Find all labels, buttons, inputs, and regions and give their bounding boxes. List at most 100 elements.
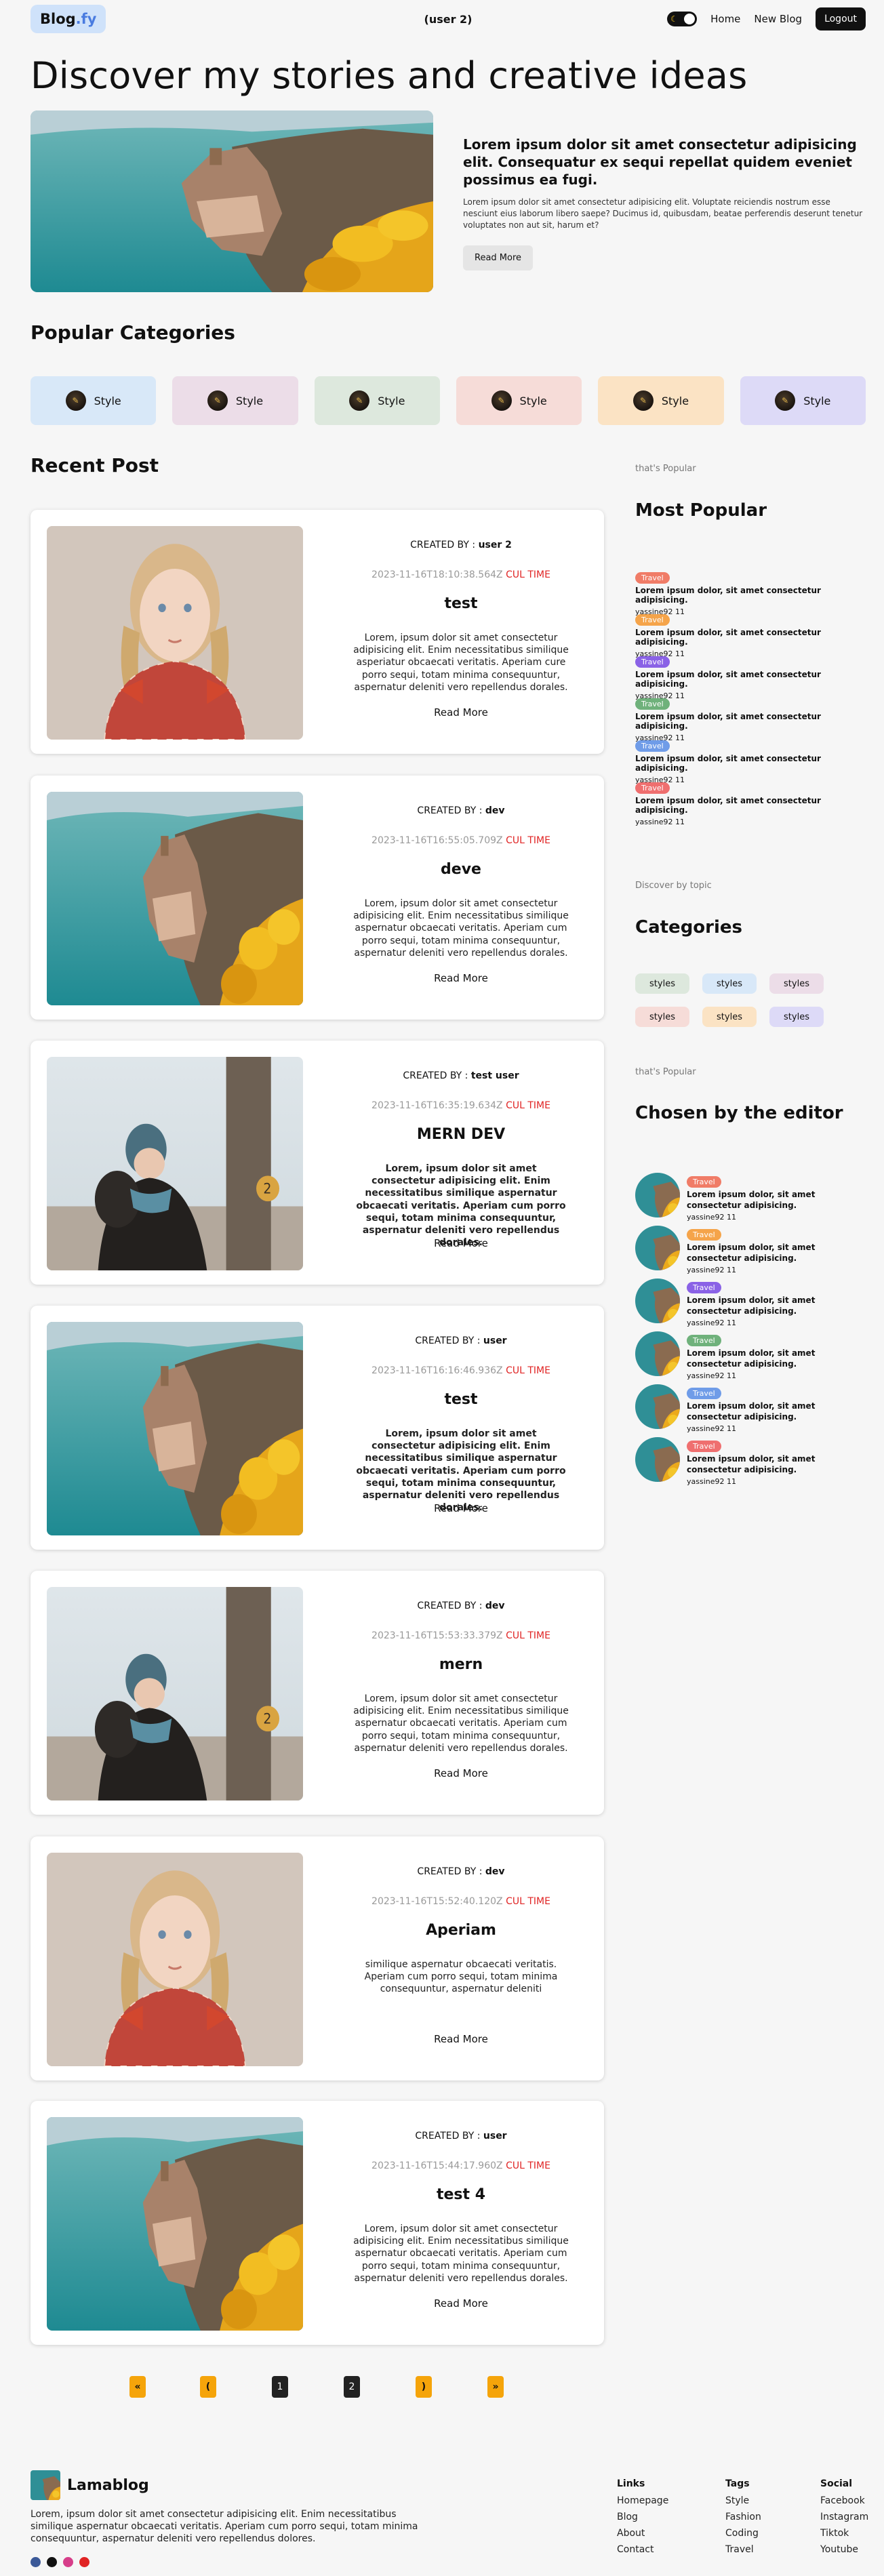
footer-tag-fashion[interactable]: Fashion: [725, 2512, 761, 2522]
cul-time-label: CUL TIME: [506, 2160, 550, 2171]
post-image[interactable]: [47, 1057, 303, 1270]
page-1-button[interactable]: 1: [272, 2376, 288, 2398]
footer-link-about[interactable]: About: [617, 2528, 668, 2539]
topic-chip[interactable]: styles: [702, 1007, 757, 1027]
instagram-icon[interactable]: [63, 2557, 73, 2567]
nav-link-home[interactable]: Home: [710, 13, 740, 25]
editor-item[interactable]: Travel Lorem ipsum dolor, sit amet consec…: [635, 1226, 866, 1279]
popular-title: Lorem ipsum dolor, sit amet consectetur …: [635, 586, 821, 605]
first-page-button[interactable]: «: [129, 2376, 146, 2398]
footer-link-contact[interactable]: Contact: [617, 2544, 668, 2555]
post-timestamp: 2023-11-16T15:52:40.120Z CUL TIME: [336, 1896, 586, 1907]
footer-social-tiktok[interactable]: Tiktok: [820, 2528, 868, 2539]
page-2-button[interactable]: 2: [344, 2376, 360, 2398]
topic-chip[interactable]: styles: [702, 973, 757, 994]
footer-link-blog[interactable]: Blog: [617, 2512, 668, 2522]
footer-brand-name: Lamablog: [67, 2476, 149, 2494]
post-card: CREATED BY : dev 2023-11-16T16:55:05.709Z…: [31, 776, 604, 1020]
footer-tag-coding[interactable]: Coding: [725, 2528, 761, 2539]
category-card[interactable]: ✎ Style: [172, 376, 298, 425]
hero-read-more-button[interactable]: Read More: [463, 245, 534, 271]
post-image[interactable]: [47, 2117, 303, 2331]
editor-title: Lorem ipsum dolor, sit amet consectetur …: [687, 1348, 816, 1369]
popular-item[interactable]: Travel Lorem ipsum dolor, sit amet consec…: [635, 612, 866, 658]
category-card[interactable]: ✎ Style: [456, 376, 582, 425]
read-more-link[interactable]: Read More: [336, 2297, 586, 2310]
theme-toggle[interactable]: ☾: [667, 12, 698, 26]
post-image[interactable]: [47, 526, 303, 740]
footer-social-youtube[interactable]: Youtube: [820, 2544, 868, 2555]
site-logo[interactable]: Blog.fy: [31, 5, 106, 33]
read-more-link[interactable]: Read More: [336, 2033, 586, 2045]
footer-link-homepage[interactable]: Homepage: [617, 2495, 668, 2506]
editor-item[interactable]: Travel Lorem ipsum dolor, sit amet consec…: [635, 1437, 866, 1490]
editor-author: yassine92 11: [687, 1319, 736, 1328]
post-image[interactable]: [47, 1322, 303, 1535]
post-timestamp: 2023-11-16T16:16:46.936Z CUL TIME: [336, 1365, 586, 1376]
footer-tag-style[interactable]: Style: [725, 2495, 761, 2506]
popular-item[interactable]: Travel Lorem ipsum dolor, sit amet consec…: [635, 696, 866, 742]
logout-button[interactable]: Logout: [816, 7, 866, 31]
post-title[interactable]: Aperiam: [336, 1922, 586, 1939]
read-more-link[interactable]: Read More: [336, 1767, 586, 1779]
category-label: Style: [803, 394, 831, 407]
popular-item[interactable]: Travel Lorem ipsum dolor, sit amet consec…: [635, 654, 866, 700]
toggle-knob: [684, 14, 696, 24]
topic-chip[interactable]: styles: [635, 1007, 689, 1027]
category-card[interactable]: ✎ Style: [740, 376, 866, 425]
post-author: user: [483, 1335, 507, 1346]
post-image[interactable]: [47, 1587, 303, 1800]
read-more-link[interactable]: Read More: [336, 1237, 586, 1249]
post-card: CREATED BY : user 2023-11-16T16:16:46.936…: [31, 1306, 604, 1550]
category-list: ✎ Style ✎ Style ✎ Style ✎ Style ✎ Style ✎ Style: [31, 376, 866, 425]
post-title[interactable]: test 4: [336, 2186, 586, 2203]
footer-social-facebook[interactable]: Facebook: [820, 2495, 868, 2506]
nav-link-new-blog[interactable]: New Blog: [754, 13, 802, 25]
post-title[interactable]: test: [336, 595, 586, 612]
youtube-icon[interactable]: [79, 2557, 89, 2567]
category-card[interactable]: ✎ Style: [598, 376, 724, 425]
post-title[interactable]: test: [336, 1391, 586, 1408]
category-card[interactable]: ✎ Style: [31, 376, 157, 425]
navbar: Blog.fy (user 2) ☾ Home New Blog Logout: [31, 3, 866, 35]
popular-item[interactable]: Travel Lorem ipsum dolor, sit amet consec…: [635, 780, 866, 826]
prev-page-button[interactable]: (: [200, 2376, 216, 2398]
popular-item[interactable]: Travel Lorem ipsum dolor, sit amet consec…: [635, 570, 866, 616]
facebook-icon[interactable]: [31, 2557, 41, 2567]
post-title[interactable]: MERN DEV: [336, 1126, 586, 1143]
popular-tag: Travel: [635, 782, 670, 794]
footer-links-col: Links Homepage Blog About Contact: [617, 2478, 668, 2560]
editor-info: Travel Lorem ipsum dolor, sit amet consec…: [687, 1331, 866, 1384]
category-card[interactable]: ✎ Style: [314, 376, 440, 425]
logo-accent: .fy: [75, 11, 97, 27]
footer-col-heading: Social: [820, 2478, 853, 2489]
post-title[interactable]: mern: [336, 1656, 586, 1673]
editor-item[interactable]: Travel Lorem ipsum dolor, sit amet consec…: [635, 1331, 866, 1384]
next-page-button[interactable]: ): [416, 2376, 432, 2398]
editor-item[interactable]: Travel Lorem ipsum dolor, sit amet consec…: [635, 1279, 866, 1331]
topic-chip[interactable]: styles: [635, 973, 689, 994]
cul-time-label: CUL TIME: [506, 1630, 550, 1641]
post-image[interactable]: [47, 792, 303, 1005]
post-author-line: CREATED BY : dev: [336, 1866, 586, 1877]
footer-social-instagram[interactable]: Instagram: [820, 2512, 868, 2522]
footer-brand[interactable]: Lamablog: [31, 2470, 149, 2500]
topic-chip[interactable]: styles: [769, 973, 824, 994]
post-image[interactable]: [47, 1853, 303, 2066]
editor-avatar: [635, 1437, 680, 1482]
editor-item[interactable]: Travel Lorem ipsum dolor, sit amet consec…: [635, 1173, 866, 1226]
read-more-link[interactable]: Read More: [336, 1502, 586, 1514]
editor-item[interactable]: Travel Lorem ipsum dolor, sit amet consec…: [635, 1384, 866, 1437]
footer-tag-travel[interactable]: Travel: [725, 2544, 761, 2555]
editor-title: Lorem ipsum dolor, sit amet consectetur …: [687, 1190, 816, 1210]
category-label: Style: [94, 394, 121, 407]
read-more-link[interactable]: Read More: [336, 706, 586, 719]
last-page-button[interactable]: »: [487, 2376, 504, 2398]
post-title[interactable]: deve: [336, 861, 586, 878]
tiktok-icon[interactable]: [47, 2557, 57, 2567]
popular-title: Lorem ipsum dolor, sit amet consectetur …: [635, 670, 821, 689]
read-more-link[interactable]: Read More: [336, 972, 586, 984]
popular-item[interactable]: Travel Lorem ipsum dolor, sit amet consec…: [635, 738, 866, 784]
post-description: Lorem, ipsum dolor sit amet consectetur …: [353, 1693, 569, 1754]
topic-chip[interactable]: styles: [769, 1007, 824, 1027]
